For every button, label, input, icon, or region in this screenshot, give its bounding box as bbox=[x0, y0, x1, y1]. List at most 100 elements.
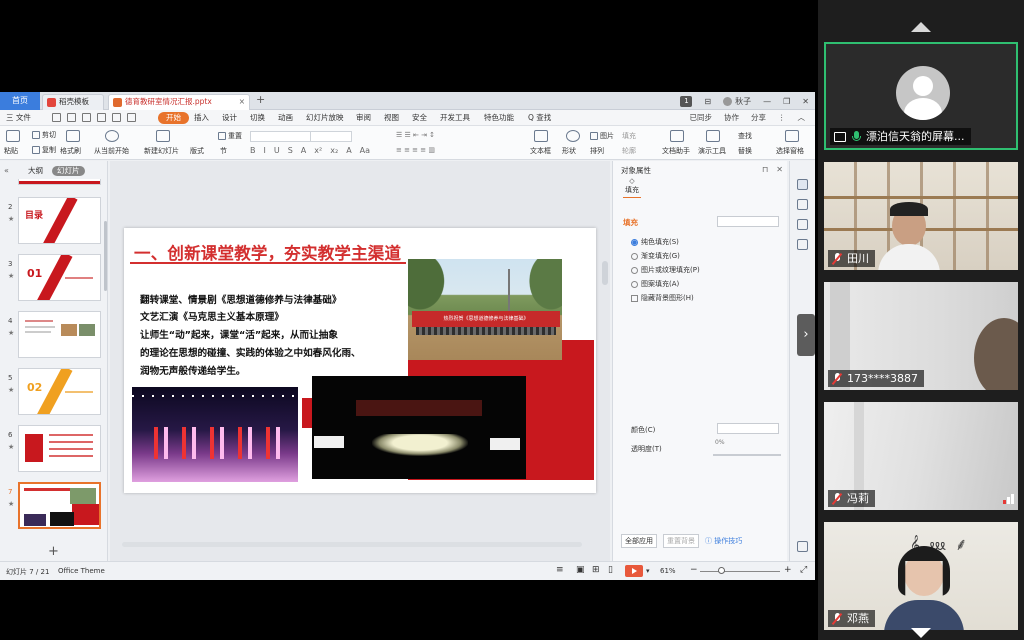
minimize-icon[interactable]: — bbox=[763, 97, 771, 106]
stage-performance-photo[interactable] bbox=[132, 387, 298, 482]
participant-tile-173[interactable]: 173****3887 bbox=[824, 282, 1018, 390]
menu-file[interactable]: 三 文件 bbox=[6, 112, 31, 124]
color-dropdown[interactable] bbox=[717, 423, 779, 434]
undo-icon[interactable] bbox=[112, 113, 121, 122]
solid-fill-option[interactable]: 纯色填充(S) bbox=[631, 237, 679, 247]
user-account[interactable]: 秋子 bbox=[723, 96, 751, 107]
apply-all-button[interactable]: 全部应用 bbox=[621, 534, 657, 548]
tab-template[interactable]: 稻壳模板 bbox=[42, 94, 104, 110]
reset-background-button[interactable]: 重置背景 bbox=[663, 534, 699, 548]
tab-home[interactable]: 首页 bbox=[0, 92, 40, 110]
select-pane-icon[interactable] bbox=[785, 130, 799, 142]
new-tab-icon[interactable]: + bbox=[256, 93, 265, 106]
collapse-ribbon-icon[interactable]: ︿ bbox=[798, 112, 806, 124]
play-slideshow-button[interactable] bbox=[625, 565, 643, 577]
panel-close-icon[interactable]: ✕ bbox=[776, 165, 783, 174]
menu-review[interactable]: 审阅 bbox=[356, 112, 371, 124]
restore-icon[interactable]: ❐ bbox=[783, 97, 790, 106]
zoom-in-icon[interactable]: + bbox=[784, 565, 792, 575]
tab-close-icon[interactable]: × bbox=[239, 95, 245, 109]
tips-link[interactable]: ⓘ 操作技巧 bbox=[705, 536, 742, 546]
zoom-slider-knob[interactable] bbox=[718, 567, 725, 574]
pattern-fill-option[interactable]: 图案填充(A) bbox=[631, 279, 679, 289]
find-button[interactable]: 查找 bbox=[738, 131, 752, 141]
collaborate-button[interactable]: 协作 bbox=[724, 112, 739, 124]
menu-special[interactable]: 特色功能 bbox=[484, 112, 514, 124]
bold-button[interactable]: B bbox=[250, 146, 256, 155]
menu-search[interactable]: Q 查找 bbox=[528, 112, 551, 124]
menu-insert[interactable]: 插入 bbox=[194, 112, 209, 124]
shape-button[interactable]: 形状 bbox=[562, 146, 576, 156]
replace-button[interactable]: 替换 bbox=[738, 146, 752, 156]
subscript-button[interactable]: x₂ bbox=[330, 146, 338, 155]
zoom-level[interactable]: 61% bbox=[660, 567, 676, 575]
more-icon[interactable]: ⋮ bbox=[778, 112, 786, 124]
doc-assistant-icon[interactable] bbox=[670, 130, 684, 142]
arrange-button[interactable]: 排列 bbox=[590, 146, 604, 156]
picture-fill-option[interactable]: 图片或纹理填充(P) bbox=[631, 265, 700, 275]
expand-sidebar-chevron-icon[interactable]: › bbox=[797, 314, 815, 356]
section-button[interactable]: 节 bbox=[220, 146, 227, 156]
thumbnail-2[interactable]: 目录 bbox=[18, 197, 101, 244]
fill-tab[interactable]: ◇ 填充 bbox=[623, 177, 641, 198]
shape-icon[interactable] bbox=[566, 130, 580, 142]
strikethrough-button[interactable]: S bbox=[288, 146, 293, 155]
style-icon[interactable] bbox=[797, 199, 808, 210]
outdoor-group-photo[interactable]: 热烈祝贺《思想道德修养与法律基础》 bbox=[408, 259, 562, 360]
reset-button[interactable]: 重置 bbox=[218, 131, 242, 141]
text-icon[interactable] bbox=[797, 239, 808, 250]
select-pane-button[interactable]: 选择窗格 bbox=[776, 146, 804, 156]
thumbnail-4[interactable] bbox=[18, 311, 101, 358]
thumbnail-5[interactable]: 02 bbox=[18, 368, 101, 415]
underline-button[interactable]: U bbox=[274, 146, 280, 155]
grid-icon[interactable] bbox=[797, 541, 808, 552]
picture-button[interactable]: 图片 bbox=[590, 131, 614, 141]
thumbnail-7-selected[interactable] bbox=[18, 482, 101, 529]
tab-slides[interactable]: 幻灯片 bbox=[52, 166, 85, 176]
layout-icon[interactable]: ⊟ bbox=[704, 97, 711, 106]
save-icon[interactable] bbox=[52, 113, 61, 122]
add-slide-icon[interactable]: + bbox=[48, 544, 59, 559]
play-from-current-icon[interactable] bbox=[105, 130, 119, 142]
reading-view-icon[interactable]: ▯ bbox=[608, 565, 613, 575]
new-slide-icon[interactable] bbox=[156, 130, 170, 142]
change-case-button[interactable]: Aa bbox=[360, 146, 370, 155]
paragraph-tools[interactable]: ☰ ☰ ⇤ ⇥ ↕ bbox=[396, 131, 435, 139]
collapse-pane-icon[interactable]: « bbox=[4, 166, 9, 175]
participant-tile-fengli[interactable]: 冯莉 bbox=[824, 402, 1018, 510]
superscript-button[interactable]: x² bbox=[314, 146, 322, 155]
scroll-up-arrow-icon[interactable] bbox=[911, 22, 931, 32]
zoom-slider-track[interactable] bbox=[700, 571, 780, 572]
textbox-icon[interactable] bbox=[534, 130, 548, 142]
menu-design[interactable]: 设计 bbox=[222, 112, 237, 124]
font-color-button[interactable]: A bbox=[301, 146, 306, 155]
export-pdf-icon[interactable] bbox=[67, 113, 76, 122]
new-slide-button[interactable]: 新建幻灯片 bbox=[144, 146, 179, 156]
slideshow-dropdown-icon[interactable]: ▾ bbox=[646, 567, 650, 575]
zoom-out-icon[interactable]: − bbox=[690, 565, 698, 575]
outline-button[interactable]: 轮廓 bbox=[622, 146, 636, 156]
close-window-icon[interactable]: ✕ bbox=[802, 97, 809, 106]
font-size-select[interactable] bbox=[310, 131, 352, 142]
format-painter-icon[interactable] bbox=[66, 130, 80, 142]
canvas-vertical-scrollbar[interactable] bbox=[602, 261, 608, 285]
thumbnail-6[interactable] bbox=[18, 425, 101, 472]
menu-security[interactable]: 安全 bbox=[412, 112, 427, 124]
participant-tile-screen-share[interactable]: 漂泊信天翁的屏幕... bbox=[824, 42, 1018, 150]
format-painter-button[interactable]: 格式刷 bbox=[60, 146, 81, 156]
text-shadow-button[interactable]: A bbox=[346, 146, 351, 155]
scroll-down-arrow-icon[interactable] bbox=[911, 628, 931, 638]
hide-background-option[interactable]: 隐藏背景图形(H) bbox=[631, 293, 694, 303]
thumbnail-3[interactable]: 01 bbox=[18, 254, 101, 301]
notes-icon[interactable]: ≡ bbox=[556, 565, 564, 575]
paste-icon[interactable] bbox=[6, 130, 20, 142]
slide-sorter-icon[interactable]: ⊞ bbox=[592, 565, 600, 575]
transparency-slider[interactable] bbox=[713, 454, 781, 456]
copy-button[interactable]: 复制 bbox=[32, 145, 56, 155]
fill-section-title[interactable]: 填充 bbox=[623, 217, 638, 228]
presenter-tools-icon[interactable] bbox=[706, 130, 720, 142]
italic-button[interactable]: I bbox=[264, 146, 266, 155]
properties-icon[interactable] bbox=[797, 179, 808, 190]
pin-icon[interactable]: ⊓ bbox=[762, 165, 768, 174]
current-slide[interactable]: 一、创新课堂教学，夯实教学主渠道 翻转课堂、情景剧《思想道德修养与法律基础》 文… bbox=[124, 228, 596, 493]
